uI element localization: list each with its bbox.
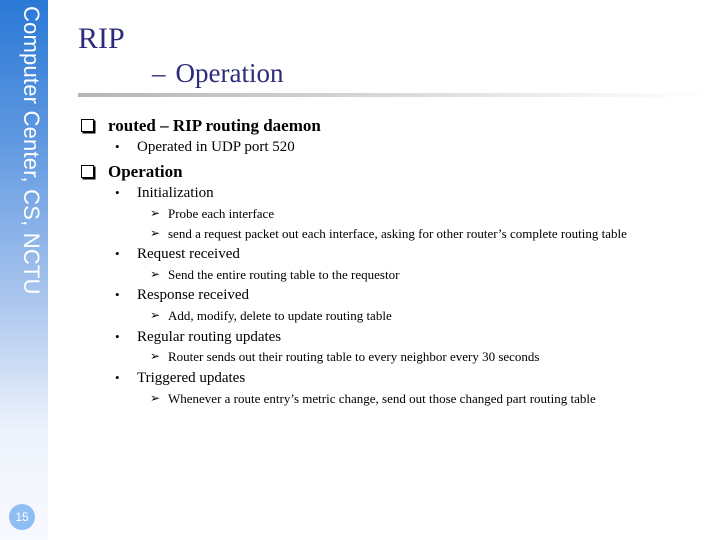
sub-bullet-text: Operated in UDP port 520 [137, 139, 295, 155]
title-divider [78, 93, 718, 97]
bullet-operation: Operation [81, 162, 183, 182]
subtitle-text: Operation [175, 58, 284, 88]
bullet-routed: routed – RIP routing daemon [81, 116, 321, 136]
checkbox-bullet-icon [81, 119, 94, 132]
bullet-operation-label: Operation [108, 162, 183, 181]
sub-bullet-text: Initialization [137, 185, 214, 201]
sub-sub-bullet-text: Add, modify, delete to update routing ta… [168, 308, 392, 323]
dot-bullet-icon: • [115, 246, 120, 261]
sub-sub-bullet-text: Send the entire routing table to the req… [168, 267, 400, 282]
arrow-bullet-icon: ➢ [150, 206, 161, 220]
bullet-routed-label: routed – RIP routing daemon [108, 116, 321, 135]
sub-bullet: • Operated in UDP port 520 [115, 139, 295, 156]
sub-sub-bullet: ➢ send a request packet out each interfac… [150, 226, 627, 242]
sub-sub-bullet: ➢ Probe each interface [150, 206, 275, 222]
sub-sub-bullet: ➢ Add, modify, delete to update routing t… [150, 308, 392, 324]
arrow-bullet-icon: ➢ [150, 349, 161, 363]
page-number-badge: 15 [9, 504, 35, 530]
sub-bullet: • Regular routing updates [115, 329, 282, 346]
sub-bullet: • Response received [115, 287, 250, 304]
sub-bullet-text: Request received [137, 246, 240, 262]
subtitle-dash: – [152, 58, 166, 88]
dot-bullet-icon: • [115, 185, 120, 200]
arrow-bullet-icon: ➢ [150, 267, 161, 281]
arrow-bullet-icon: ➢ [150, 391, 161, 405]
slide-title: RIP [78, 22, 125, 55]
sub-sub-bullet-text: send a request packet out each interface… [168, 226, 627, 241]
org-label: Computer Center, CS, NCTU [19, 6, 44, 295]
arrow-bullet-icon: ➢ [150, 308, 161, 322]
arrow-bullet-icon: ➢ [150, 226, 161, 240]
sub-sub-bullet-text: Router sends out their routing table to … [168, 349, 540, 364]
sub-bullet: • Initialization [115, 185, 214, 202]
sub-sub-bullet: ➢ Send the entire routing table to the re… [150, 267, 400, 283]
sub-sub-bullet-text: Whenever a route entry’s metric change, … [168, 391, 596, 406]
checkbox-bullet-icon [81, 165, 94, 178]
dot-bullet-icon: • [115, 370, 120, 385]
sub-bullet: • Request received [115, 246, 240, 263]
dot-bullet-icon: • [115, 329, 120, 344]
sub-bullet-text: Response received [137, 287, 250, 303]
sub-bullet: • Triggered updates [115, 370, 246, 387]
sub-sub-bullet: ➢ Whenever a route entry’s metric change,… [150, 391, 596, 407]
slide-subtitle: – Operation [152, 58, 283, 89]
sub-bullet-text: Regular routing updates [137, 329, 282, 345]
sidebar-band: Computer Center, CS, NCTU [0, 0, 48, 540]
sub-sub-bullet-text: Probe each interface [168, 206, 275, 221]
sub-bullet-text: Triggered updates [137, 370, 246, 386]
dot-bullet-icon: • [115, 139, 120, 154]
sub-sub-bullet: ➢ Router sends out their routing table to… [150, 349, 540, 365]
dot-bullet-icon: • [115, 287, 120, 302]
